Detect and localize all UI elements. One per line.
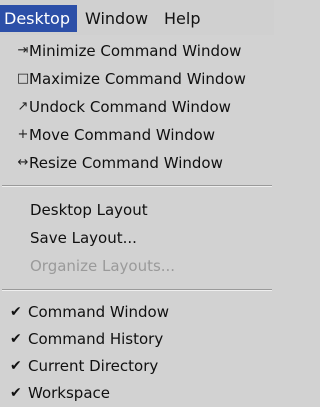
menu-item-label: Resize Command Window [29,154,223,172]
menu-bar: Desktop Window Help [0,0,274,35]
menu-item-label: Minimize Command Window [29,42,242,60]
menu-item-save-layout[interactable]: Save Layout... [0,224,274,252]
menu-item-label: Workspace [28,384,110,402]
menu-item-label: Organize Layouts... [30,257,176,275]
menu-item-label: Command History [28,330,164,348]
checkmark-icon: ✔ [10,385,22,401]
desktop-dropdown-menu: ⇥ Minimize Command Window □ Maximize Com… [0,35,274,406]
menu-item-desktop-layout[interactable]: Desktop Layout [0,196,274,224]
checkmark-icon: ✔ [10,304,22,320]
menu-window[interactable]: Window [85,5,148,32]
menu-item-current-directory[interactable]: ✔ Current Directory [0,352,274,380]
checkmark-icon: ✔ [10,331,22,347]
menu-item-command-window[interactable]: ✔ Command Window [0,298,274,326]
menu-item-undock-command-window[interactable]: ↗ Undock Command Window [0,93,274,121]
menu-item-maximize-command-window[interactable]: □ Maximize Command Window [0,65,274,93]
checkmark-icon: ✔ [10,358,22,374]
menu-help[interactable]: Help [164,5,200,32]
menu-item-label: Save Layout... [30,229,137,247]
menu-item-label: Desktop Layout [30,201,148,219]
menu-item-move-command-window[interactable]: + Move Command Window [0,121,274,149]
menu-item-workspace[interactable]: ✔ Workspace [0,379,274,407]
menu-item-command-history[interactable]: ✔ Command History [0,325,274,353]
menu-item-resize-command-window[interactable]: ↔ Resize Command Window [0,149,274,177]
menu-separator [2,185,272,187]
menu-desktop[interactable]: Desktop [0,5,77,32]
menu-item-minimize-command-window[interactable]: ⇥ Minimize Command Window [0,37,274,65]
menu-item-label: Current Directory [28,357,159,375]
menu-separator [2,289,272,291]
menu-item-label: Undock Command Window [29,98,231,116]
menu-item-label: Move Command Window [29,126,215,144]
menu-item-organize-layouts: Organize Layouts... [0,252,274,280]
menu-item-label: Maximize Command Window [29,70,246,88]
menu-item-label: Command Window [28,303,170,321]
